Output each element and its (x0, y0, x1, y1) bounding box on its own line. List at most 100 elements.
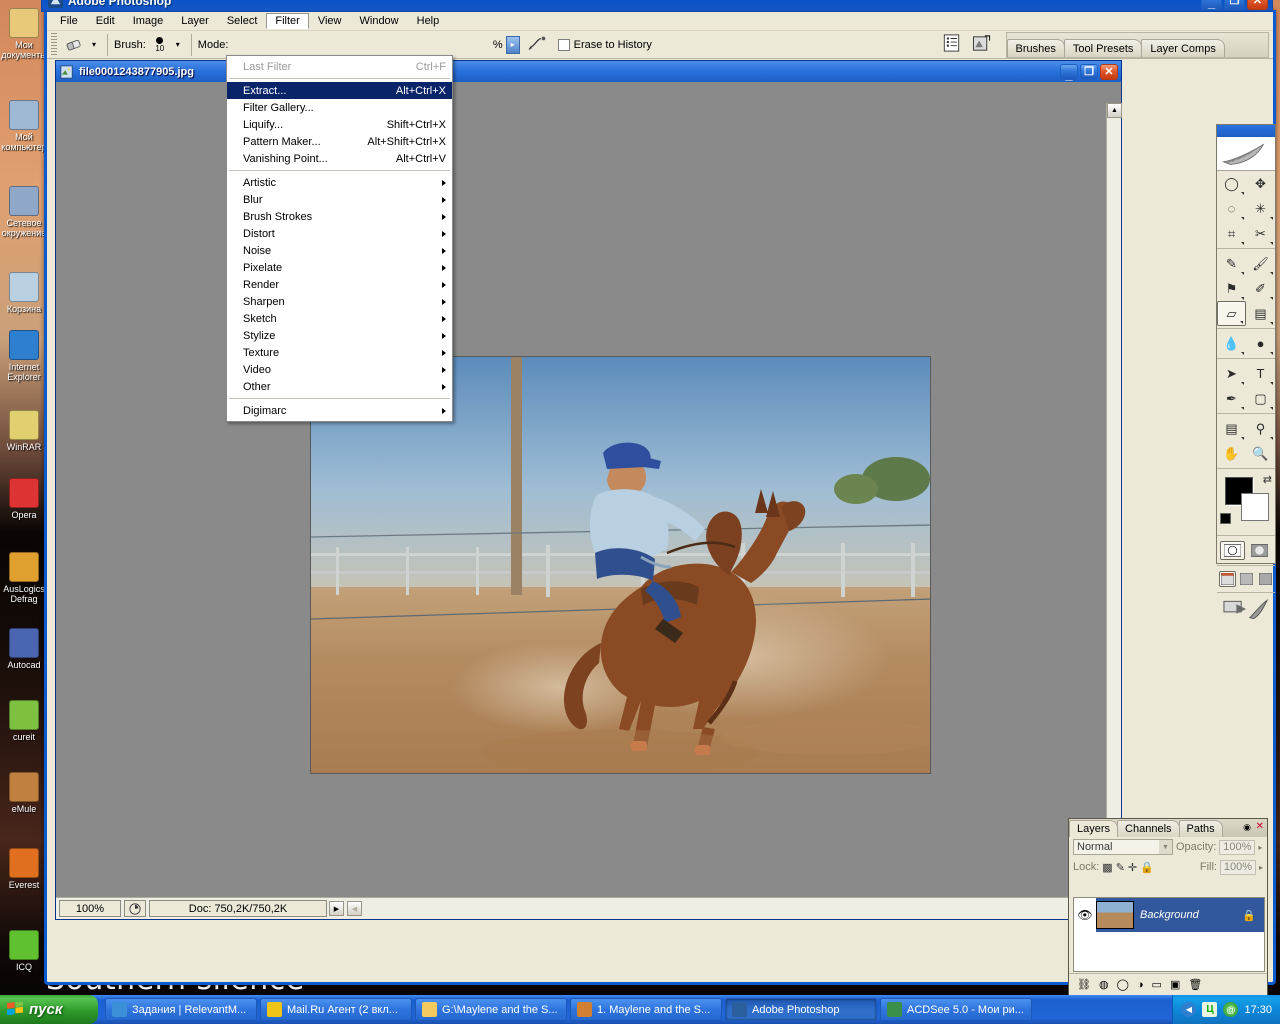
marquee-tool-icon[interactable]: ◯ (1217, 171, 1246, 196)
app-titlebar[interactable]: Adobe Photoshop _ ❐ ✕ (41, 0, 1273, 12)
taskbar-button[interactable]: Adobe Photoshop (725, 998, 877, 1021)
delete-layer-icon[interactable]: 🗑 (1188, 978, 1202, 991)
lasso-tool-icon[interactable]: ◌ (1217, 196, 1246, 221)
path-selection-tool-icon[interactable]: ➤ (1217, 361, 1246, 386)
opacity-value[interactable]: 100% (1219, 839, 1256, 855)
desktop-icon-my-documents-icon[interactable]: Мои документы (0, 8, 48, 60)
menu-item-vanishing-point[interactable]: Vanishing Point... Alt+Ctrl+V (227, 150, 452, 167)
document-vertical-scrollbar[interactable]: ▲ ▼ (1106, 103, 1122, 897)
lock-position-icon[interactable]: ✛ (1128, 861, 1137, 874)
hand-tool-icon[interactable]: ✋ (1217, 441, 1246, 466)
fill-slider-arrow[interactable]: ▸ (1259, 863, 1263, 872)
healing-brush-tool-icon[interactable]: ✎ (1217, 251, 1246, 276)
desktop-icon-recycle-bin-icon[interactable]: Корзина (0, 272, 48, 314)
clock[interactable]: 17:30 (1244, 1004, 1272, 1016)
jump-to-imageready-icon[interactable] (972, 34, 992, 56)
eraser-tool-icon[interactable] (61, 32, 87, 57)
magic-wand-tool-icon[interactable]: ✳ (1246, 196, 1275, 221)
gradient-tool-icon[interactable]: ▤ (1246, 301, 1275, 326)
standard-screen-mode-button[interactable] (1218, 571, 1236, 587)
menu-item-pixelate[interactable]: Pixelate (227, 259, 452, 276)
desktop-icon-emule-icon[interactable]: eMule (0, 772, 48, 814)
menu-item-sketch[interactable]: Sketch (227, 310, 452, 327)
background-color-swatch[interactable] (1241, 493, 1269, 521)
close-icon[interactable]: ✕ (1256, 821, 1264, 832)
well-tab-layer-comps[interactable]: Layer Comps (1141, 38, 1225, 57)
lock-image-icon[interactable]: ✎ (1116, 861, 1125, 874)
well-tab-brushes[interactable]: Brushes (1006, 38, 1065, 57)
status-menu-button[interactable]: ▶ (329, 901, 344, 916)
desktop-icon-auslogics-defrag-icon[interactable]: AusLogics Defrag (0, 552, 48, 604)
zoom-tool-icon[interactable]: 🔍 (1246, 441, 1275, 466)
menu-select[interactable]: Select (218, 13, 267, 29)
layer-mask-icon[interactable]: ◯ (1117, 978, 1129, 991)
eyedropper-tool-icon[interactable]: ⚲ (1246, 416, 1275, 441)
clone-stamp-tool-icon[interactable]: ⚑ (1217, 276, 1246, 301)
history-brush-tool-icon[interactable]: ✐ (1246, 276, 1275, 301)
menu-layer[interactable]: Layer (172, 13, 218, 29)
menu-item-liquify[interactable]: Liquify... Shift+Ctrl+X (227, 116, 452, 133)
desktop-icon-internet-explorer-icon[interactable]: Internet Explorer (0, 330, 48, 382)
layer-style-icon[interactable]: ◍ (1099, 978, 1109, 991)
move-tool-icon[interactable]: ✥ (1246, 171, 1275, 196)
menu-edit[interactable]: Edit (87, 13, 124, 29)
eye-icon[interactable]: 👁 (1074, 898, 1096, 932)
eraser-tool-icon[interactable]: ▱ (1217, 301, 1246, 326)
brush-preview[interactable]: 10 (149, 34, 171, 56)
default-colors-icon[interactable] (1220, 513, 1231, 524)
flow-arrow-button[interactable]: ▸ (505, 35, 520, 54)
desktop-icon-network-places-icon[interactable]: Сетевое окружение (0, 186, 48, 238)
document-status-scrollbar[interactable]: 100% Doc: 750,2K/750,2K ▶ ◀ (56, 897, 1106, 919)
brush-picker-arrow[interactable]: ▾ (171, 36, 185, 54)
document-titlebar[interactable]: file0001243877905.jpg _ ❐ ✕ (56, 61, 1121, 82)
new-group-icon[interactable]: ▭ (1152, 978, 1162, 991)
menu-item-other[interactable]: Other (227, 378, 452, 395)
menu-item-noise[interactable]: Noise (227, 242, 452, 259)
menu-item-extract[interactable]: Extract... Alt+Ctrl+X (227, 82, 452, 99)
brush-tool-icon[interactable]: 🖌 (1246, 251, 1275, 276)
opacity-slider-arrow[interactable]: ▸ (1258, 843, 1262, 852)
notes-tool-icon[interactable]: ▤ (1217, 416, 1246, 441)
taskbar-button[interactable]: G:\Maylene and the S... (415, 998, 567, 1021)
blend-mode-select[interactable]: Normal ▼ (1073, 839, 1173, 855)
menu-help[interactable]: Help (408, 13, 449, 29)
shape-tool-icon[interactable]: ▢ (1246, 386, 1275, 411)
desktop-icon-autocad-icon[interactable]: Autocad (0, 628, 48, 670)
full-screen-menubar-mode-button[interactable] (1238, 571, 1255, 587)
minimize-button[interactable]: _ (1201, 0, 1222, 10)
menu-item-texture[interactable]: Texture (227, 344, 452, 361)
menu-item-digimarc[interactable]: Digimarc (227, 402, 452, 419)
palette-dock-icon[interactable] (943, 34, 960, 55)
swap-colors-icon[interactable]: ⇄ (1263, 473, 1272, 486)
layers-tab-paths[interactable]: Paths (1178, 820, 1223, 837)
toolbox-titlebar[interactable] (1217, 125, 1275, 137)
type-tool-icon[interactable]: T (1246, 361, 1275, 386)
doc-maximize-button[interactable]: ❐ (1080, 63, 1098, 80)
doc-minimize-button[interactable]: _ (1060, 63, 1078, 81)
menu-item-filter-gallery[interactable]: Filter Gallery... (227, 99, 452, 116)
zoom-field[interactable]: 100% (59, 900, 121, 917)
airbrush-icon[interactable] (528, 35, 548, 54)
desktop-icon-everest-icon[interactable]: Everest (0, 848, 48, 890)
layer-row[interactable]: 👁 Background 🔒 (1074, 898, 1264, 932)
color-swatches[interactable]: ⇄ (1217, 471, 1275, 533)
menu-item-pattern-maker[interactable]: Pattern Maker... Alt+Shift+Ctrl+X (227, 133, 452, 150)
taskbar-button[interactable]: Задания | RelevantM... (105, 998, 257, 1021)
new-layer-icon[interactable]: ▣ (1170, 978, 1180, 991)
close-button[interactable]: ✕ (1247, 0, 1268, 10)
adjustment-layer-icon[interactable]: ◑ (1137, 979, 1144, 991)
menu-item-stylize[interactable]: Stylize (227, 327, 452, 344)
punto-switcher-icon[interactable]: Ц (1202, 1002, 1218, 1017)
erase-to-history-checkbox[interactable] (557, 38, 570, 51)
blur-tool-icon[interactable]: 💧 (1217, 331, 1246, 356)
well-tab-tool-presets[interactable]: Tool Presets (1063, 38, 1143, 57)
fill-value[interactable]: 100% (1219, 859, 1256, 875)
menu-item-video[interactable]: Video (227, 361, 452, 378)
options-bar-grip[interactable] (51, 32, 57, 57)
palette-menu-icon[interactable]: ◉ (1243, 822, 1251, 833)
menu-item-brush-strokes[interactable]: Brush Strokes (227, 208, 452, 225)
scroll-up-button[interactable]: ▲ (1107, 103, 1122, 118)
lock-transparency-icon[interactable]: ▩ (1102, 861, 1112, 874)
taskbar-button[interactable]: 1. Maylene and the S... (570, 998, 722, 1021)
layers-tab-channels[interactable]: Channels (1117, 820, 1180, 837)
